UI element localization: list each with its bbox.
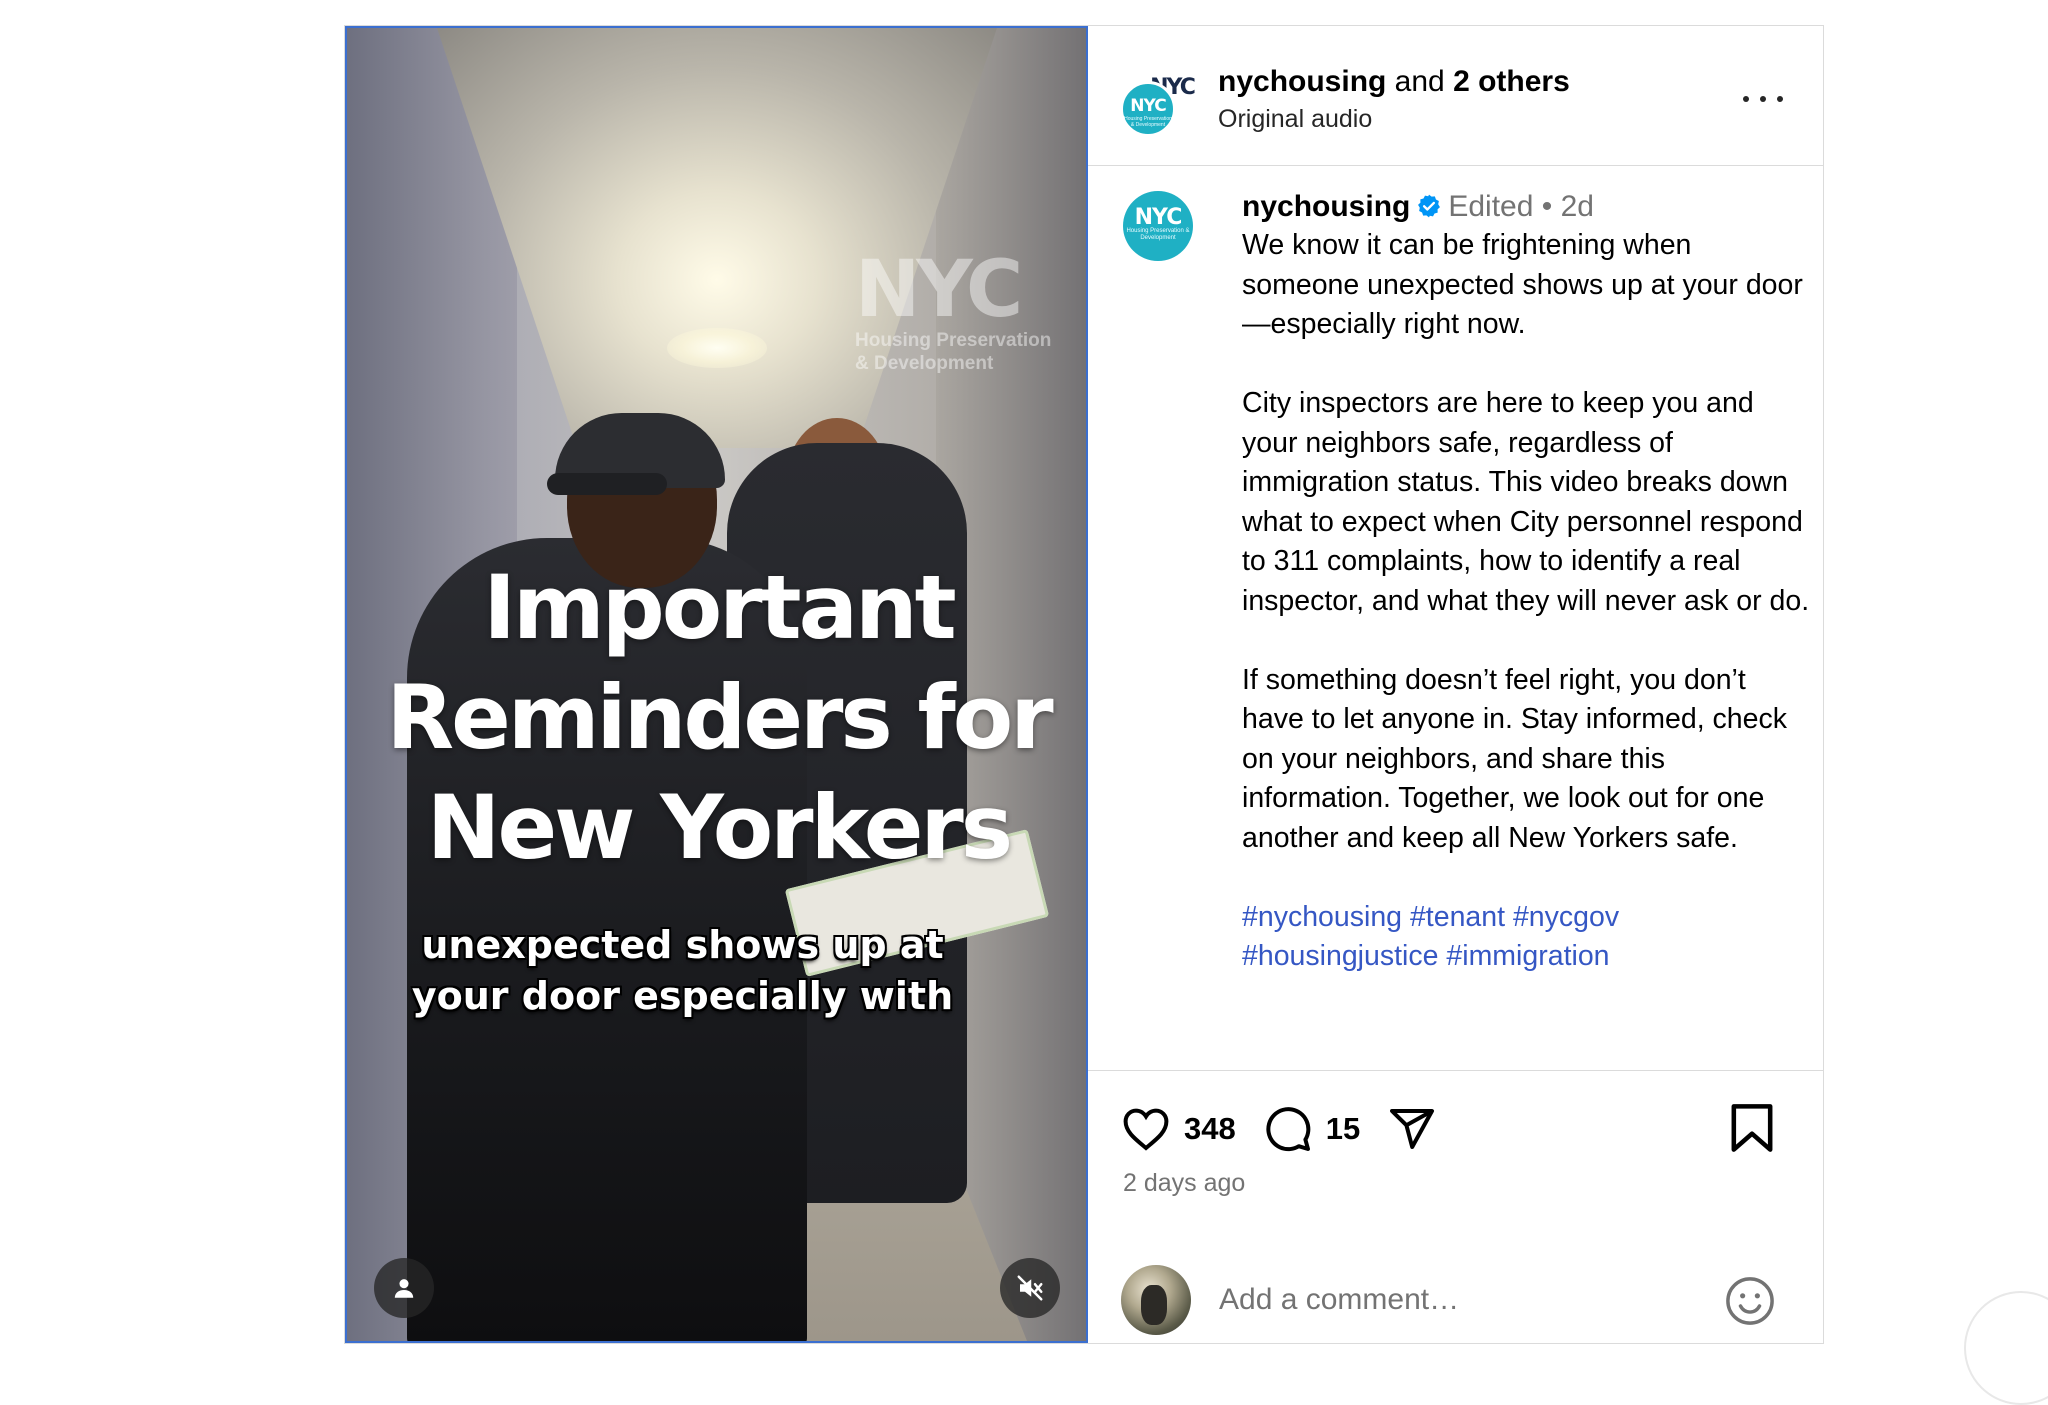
audio-link[interactable]: Original audio [1218, 104, 1372, 134]
comment-button[interactable] [1262, 1103, 1314, 1155]
video-headline: Important Reminders for New Yorkers [347, 553, 1086, 883]
more-icon [1743, 96, 1749, 102]
author-username-link[interactable]: nychousing [1218, 65, 1386, 98]
caption-text: We know it can be frightening when someo… [1242, 226, 1812, 977]
comment-composer [1088, 1261, 1823, 1341]
avatar-logo-sub: Housing Preservation & Development [1126, 228, 1190, 241]
more-icon [1777, 96, 1783, 102]
authors-join-text: and [1386, 65, 1454, 98]
watermark-line: Housing Preservation [855, 330, 1052, 351]
mute-toggle-button[interactable] [1000, 1258, 1060, 1318]
other-authors-link[interactable]: 2 others [1453, 65, 1570, 98]
watermark-line: & Development [855, 353, 994, 374]
video-scene-light [667, 328, 767, 368]
post-details-panel: NYC NYC Housing Preservation & Developme… [1088, 26, 1823, 1343]
avatar [1121, 1265, 1191, 1335]
comment-input[interactable] [1219, 1275, 1699, 1325]
post-authors: nychousing and 2 others [1218, 64, 1570, 100]
collab-avatars[interactable]: NYC NYC Housing Preservation & Developme… [1120, 61, 1202, 141]
avatar-logo: NYC [1130, 96, 1166, 116]
avatar[interactable]: NYC Housing Preservation & Development [1123, 191, 1193, 261]
emoji-button[interactable] [1724, 1275, 1776, 1327]
subtitle-line: your door especially with [411, 974, 954, 1018]
verified-badge-icon [1418, 194, 1441, 218]
tagged-people-button[interactable] [374, 1258, 434, 1318]
subtitle-line: unexpected shows up at [421, 923, 944, 967]
avatar-logo-sub: Housing Preservation & Development [1124, 116, 1172, 128]
video-subtitle: unexpected shows up at your door especia… [347, 920, 1018, 1022]
caption-paragraph: City inspectors are here to keep you and… [1242, 387, 1810, 617]
mute-icon [1017, 1275, 1043, 1301]
headline-line: Important [483, 556, 956, 659]
headline-line: New Yorkers [426, 776, 1013, 879]
person-icon [394, 1279, 414, 1298]
hashtag-links[interactable]: #nychousing #tenant #nycgov [1242, 898, 1812, 938]
more-icon [1760, 96, 1766, 102]
caption-meta: nychousing Edited • 2d [1242, 188, 1594, 226]
share-button[interactable] [1386, 1103, 1438, 1155]
video-scene-ceiling [437, 28, 997, 448]
post-timestamp[interactable]: 2 days ago [1123, 1169, 1245, 1198]
like-button[interactable] [1120, 1103, 1172, 1155]
hashtag-links[interactable]: #housingjustice #immigration [1242, 937, 1812, 977]
emoji-icon [1726, 1277, 1774, 1325]
post-actions: 348 15 2 days ago [1088, 1070, 1823, 1344]
video-scene-cap [547, 473, 667, 495]
post-caption-area[interactable]: NYC Housing Preservation & Development n… [1088, 166, 1823, 1070]
comment-count[interactable]: 15 [1326, 1111, 1360, 1147]
edited-label: Edited [1448, 190, 1534, 223]
post-header: NYC NYC Housing Preservation & Developme… [1088, 26, 1823, 166]
post-dialog: NYC Housing Preservation & Development I… [344, 25, 1824, 1344]
heart-icon [1123, 1108, 1169, 1151]
more-options-button[interactable] [1743, 91, 1783, 107]
avatar: NYC Housing Preservation & Development [1120, 81, 1176, 137]
meta-separator: • [1541, 190, 1553, 223]
reel-video[interactable]: NYC Housing Preservation & Development I… [345, 26, 1088, 1343]
watermark-logo: NYC [855, 245, 1023, 335]
comment-icon [1266, 1107, 1311, 1152]
avatar-logo: NYC [1134, 205, 1183, 230]
share-icon [1390, 1109, 1435, 1149]
caption-paragraph: If something doesn’t feel right, you don… [1242, 663, 1787, 854]
corner-decoration [1964, 1291, 2048, 1405]
action-buttons: 348 15 [1120, 1101, 1438, 1157]
bookmark-icon [1731, 1104, 1773, 1152]
caption-username-link[interactable]: nychousing [1242, 190, 1410, 223]
video-watermark: NYC Housing Preservation & Development [855, 251, 1051, 375]
hashtags: #nychousing #tenant #nycgov #housingjust… [1242, 898, 1812, 977]
post-age: 2d [1560, 190, 1594, 223]
caption-paragraph: We know it can be frightening when someo… [1242, 229, 1803, 340]
like-count[interactable]: 348 [1184, 1111, 1236, 1147]
headline-line: Reminders for [386, 666, 1053, 769]
save-button[interactable] [1729, 1103, 1779, 1155]
